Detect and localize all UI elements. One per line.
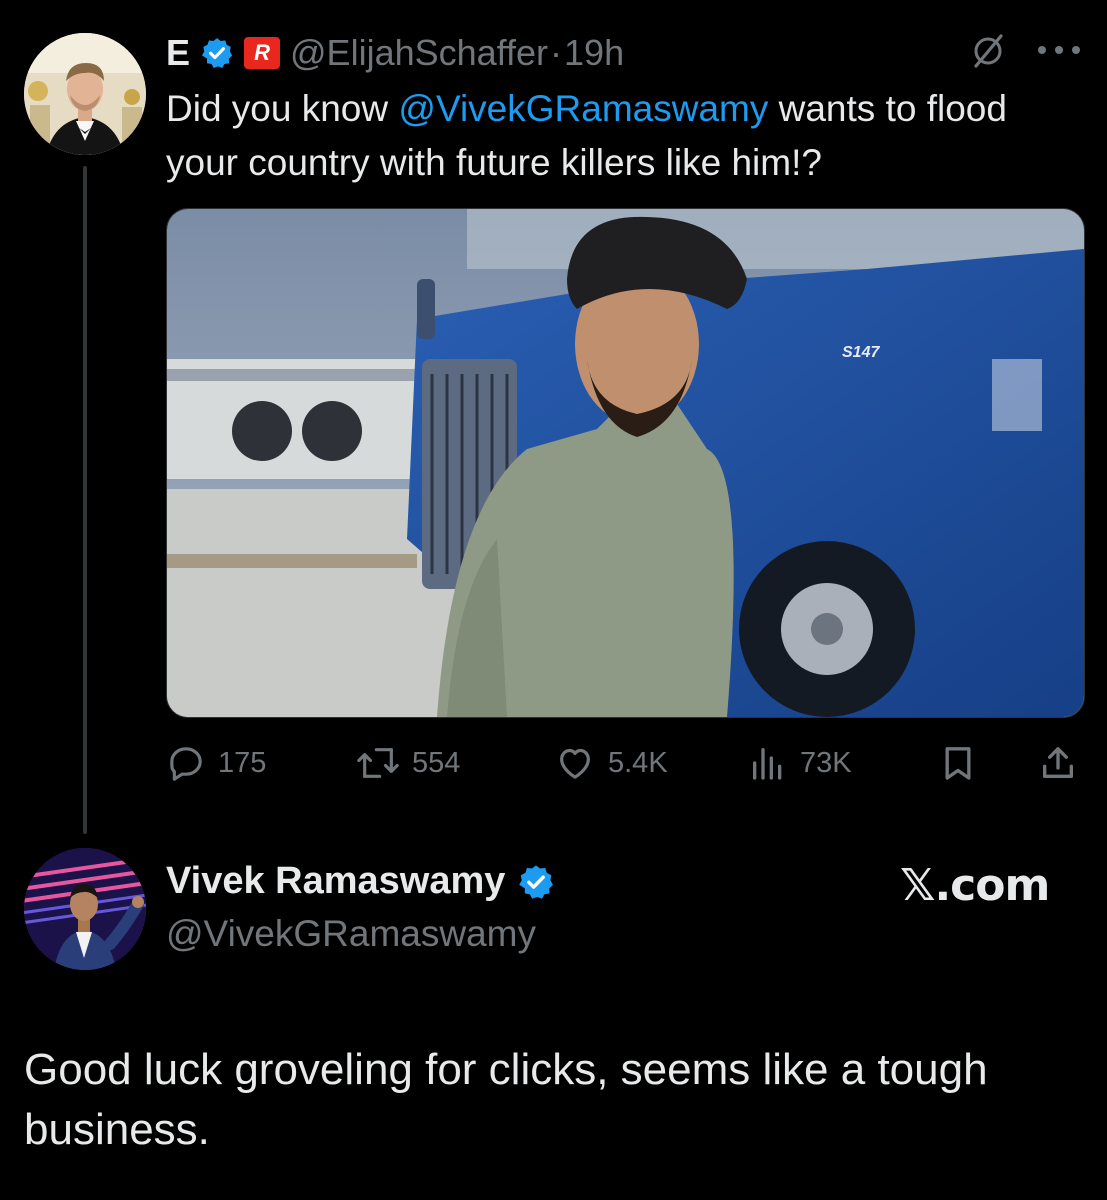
- thread-line: [83, 166, 87, 834]
- reply-author-name-row: Vivek Ramaswamy: [166, 860, 555, 903]
- repost-icon: [357, 748, 399, 778]
- video-thumbnail: S147: [167, 209, 1084, 717]
- author-avatar[interactable]: [24, 33, 146, 155]
- like-action[interactable]: 5.4K: [554, 738, 668, 788]
- tweet-time[interactable]: 19h: [564, 32, 624, 74]
- share-action[interactable]: [1038, 738, 1078, 788]
- reply-avatar-image: [24, 848, 146, 970]
- like-icon: [560, 748, 590, 779]
- top-right-actions: [968, 30, 1082, 70]
- author-handle[interactable]: @ElijahSchaffer: [290, 32, 548, 74]
- reply-author-handle[interactable]: @VivekGRamaswamy: [166, 913, 536, 955]
- views-action[interactable]: 73K: [748, 738, 852, 788]
- reply-icon: [170, 747, 202, 781]
- separator-dot: ·: [550, 32, 563, 73]
- author-avatar-image: [24, 33, 146, 155]
- reply-count: 175: [218, 746, 267, 779]
- tweet-text: Did you know @VivekGRamaswamy wants to f…: [166, 82, 1066, 190]
- author-name[interactable]: E: [166, 32, 190, 74]
- mention-link[interactable]: @VivekGRamaswamy: [398, 88, 768, 129]
- truck-number-label: S147: [842, 344, 880, 361]
- tweet-header: E R @ElijahSchaffer · 19h: [166, 27, 624, 79]
- tweet-text-before: Did you know: [166, 88, 399, 129]
- more-icon[interactable]: [1036, 44, 1082, 56]
- views-icon: [753, 748, 782, 780]
- affiliate-badge[interactable]: R: [244, 37, 281, 69]
- repost-count: 554: [412, 746, 461, 779]
- repost-action[interactable]: 554: [356, 738, 460, 788]
- bookmark-icon: [945, 747, 971, 780]
- reply-author-name[interactable]: Vivek Ramaswamy: [166, 860, 505, 903]
- like-count: 5.4K: [608, 746, 668, 779]
- bookmark-action[interactable]: [938, 738, 978, 788]
- verified-badge-icon: [519, 864, 554, 899]
- grok-slash-icon[interactable]: [968, 30, 1008, 70]
- x-brand-logo: 𝕏.com: [900, 860, 1050, 911]
- reply-text: Good luck groveling for clicks, seems li…: [24, 1045, 988, 1154]
- tweet-media-video[interactable]: S147: [166, 208, 1085, 718]
- views-count: 73K: [800, 746, 852, 779]
- reply-action[interactable]: 175: [166, 738, 266, 788]
- tweet-actions: 175 554 5.4K 73K: [166, 738, 1083, 788]
- reply-author-avatar[interactable]: [24, 848, 146, 970]
- verified-badge-icon: [201, 38, 233, 69]
- share-icon: [1043, 747, 1073, 778]
